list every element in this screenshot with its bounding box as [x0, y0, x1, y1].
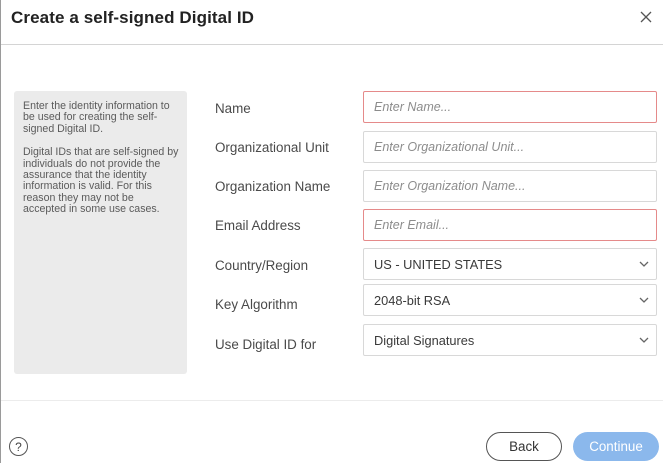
chevron-down-icon — [632, 284, 656, 316]
info-paragraph-1: Enter the identity information to be use… — [23, 100, 170, 135]
email-label: Email Address — [215, 218, 301, 233]
org-unit-label: Organizational Unit — [215, 140, 329, 155]
key-algorithm-selected-value: 2048-bit RSA — [374, 292, 451, 308]
org-unit-input[interactable] — [374, 140, 656, 154]
create-digital-id-dialog: Create a self-signed Digital ID Enter th… — [0, 0, 663, 463]
use-for-label: Use Digital ID for — [215, 337, 317, 352]
use-for-selected-value: Digital Signatures — [374, 332, 475, 348]
chevron-down-icon — [632, 248, 656, 280]
country-select[interactable]: US - UNITED STATES — [363, 248, 657, 280]
org-name-field[interactable] — [363, 170, 657, 202]
name-field[interactable] — [363, 91, 657, 123]
email-input[interactable] — [374, 218, 656, 232]
close-icon[interactable] — [639, 10, 653, 24]
continue-button[interactable]: Continue — [573, 432, 659, 461]
key-algorithm-label: Key Algorithm — [215, 297, 298, 312]
chevron-down-icon — [632, 324, 656, 356]
name-input[interactable] — [374, 100, 656, 114]
use-for-select[interactable]: Digital Signatures — [363, 324, 657, 356]
info-paragraph-2: Digital IDs that are self-signed by indi… — [23, 146, 179, 216]
org-name-label: Organization Name — [215, 179, 331, 194]
title-divider — [1, 44, 663, 45]
org-unit-field[interactable] — [363, 131, 657, 163]
country-selected-value: US - UNITED STATES — [374, 256, 503, 272]
dialog-title: Create a self-signed Digital ID — [11, 8, 255, 27]
info-panel: Enter the identity information to be use… — [14, 91, 187, 374]
help-icon[interactable]: ? — [9, 437, 28, 456]
email-field[interactable] — [363, 209, 657, 241]
help-glyph: ? — [15, 439, 22, 454]
country-label: Country/Region — [215, 258, 309, 273]
back-button[interactable]: Back — [486, 432, 562, 461]
org-name-input[interactable] — [374, 179, 656, 193]
name-label: Name — [215, 101, 251, 116]
footer-divider — [1, 400, 663, 401]
key-algorithm-select[interactable]: 2048-bit RSA — [363, 284, 657, 316]
